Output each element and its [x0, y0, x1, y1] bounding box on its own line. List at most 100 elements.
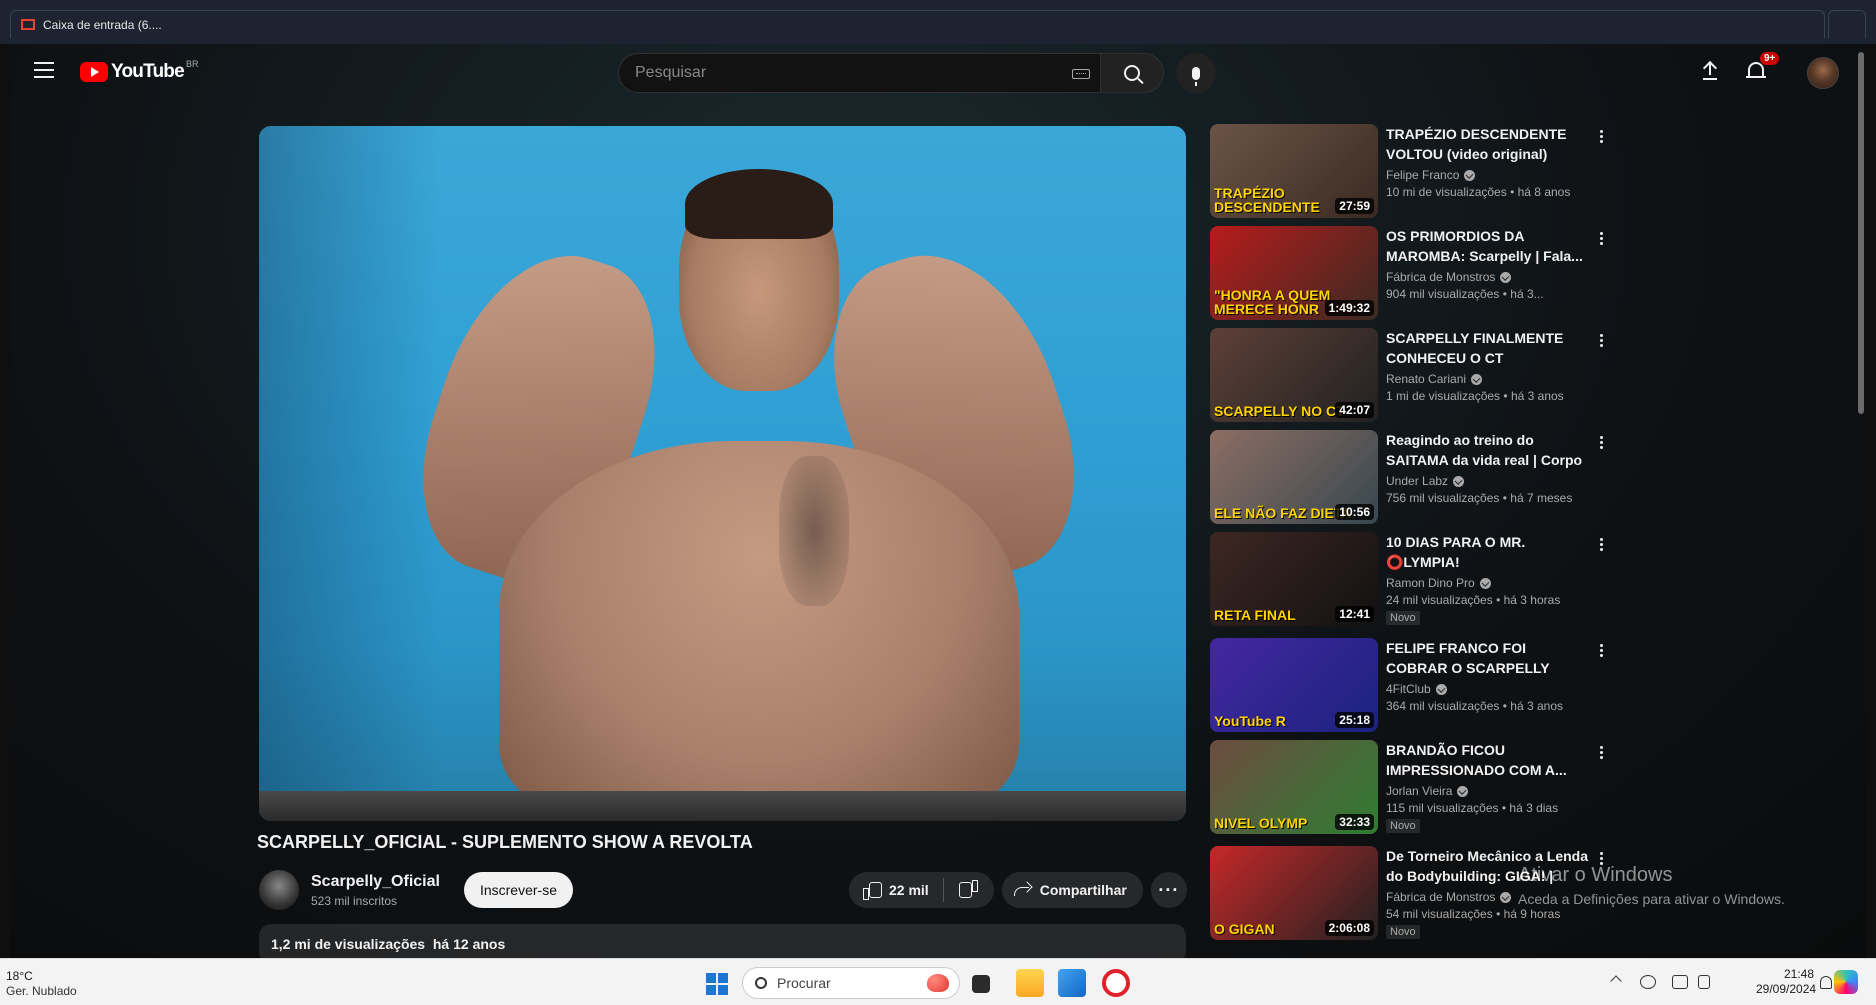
recommendation-views: 364 mil visualizações	[1386, 699, 1500, 713]
gmail-icon	[21, 19, 35, 30]
duration-badge: 1:49:32	[1324, 300, 1374, 316]
video-player[interactable]	[259, 126, 1186, 821]
recommendation-channel[interactable]: Under Labz	[1386, 474, 1590, 488]
more-options-icon[interactable]	[1595, 642, 1607, 662]
search-icon	[1124, 65, 1140, 81]
youtube-logo[interactable]: YouTube BR	[80, 59, 199, 83]
search-input[interactable]: Pesquisar	[618, 53, 1100, 93]
more-actions-button[interactable]: ···	[1150, 872, 1187, 908]
recommendation-title[interactable]: Reagindo ao treino do SAITAMA da vida re…	[1386, 430, 1590, 470]
account-avatar[interactable]	[1807, 57, 1839, 89]
task-view-icon[interactable]	[972, 975, 990, 993]
windows-activation-watermark: Ativar o Windows Aceda a Definições para…	[1518, 864, 1785, 907]
recommendation-views: 10 mi de visualizações	[1386, 185, 1507, 199]
recommendation-thumbnail[interactable]: YouTube R 25:18	[1210, 638, 1378, 732]
recommendation-channel[interactable]: Felipe Franco	[1386, 168, 1590, 182]
more-options-icon[interactable]	[1595, 332, 1607, 352]
recommendation-channel[interactable]: Renato Cariani	[1386, 372, 1590, 386]
new-tab-button[interactable]	[1828, 10, 1866, 38]
microsoft-store-icon[interactable]	[1058, 969, 1086, 997]
recommendation-thumbnail[interactable]: SCARPELLY NO CT 42:07	[1210, 328, 1378, 422]
file-explorer-icon[interactable]	[1016, 969, 1044, 997]
search-button[interactable]	[1100, 53, 1164, 93]
channel-owner: Scarpelly_Oficial 523 mil inscritos Insc…	[259, 870, 573, 910]
duration-badge: 42:07	[1335, 402, 1374, 418]
network-icon[interactable]	[1672, 975, 1688, 989]
notification-bell-icon[interactable]	[1820, 976, 1832, 989]
more-options-icon[interactable]	[1595, 744, 1607, 764]
verified-icon	[1457, 785, 1469, 797]
system-clock[interactable]: 21:48 29/09/2024	[1756, 967, 1816, 997]
keyboard-icon[interactable]	[1072, 69, 1090, 79]
recommendation-item[interactable]: NIVEL OLYMP 32:33 BRANDÃO FICOU IMPRESSI…	[1210, 740, 1610, 835]
recommendation-info: BRANDÃO FICOU IMPRESSIONADO COM A... Jor…	[1386, 740, 1590, 834]
more-options-icon[interactable]	[1595, 434, 1607, 454]
opera-browser-icon[interactable]	[1102, 969, 1130, 997]
recommendation-channel-name: Fábrica de Monstros	[1386, 270, 1496, 284]
recommendation-channel[interactable]: Jorlan Vieira	[1386, 784, 1590, 798]
weather-widget[interactable]: 18°C Ger. Nublado	[6, 969, 77, 999]
voice-search-button[interactable]	[1176, 53, 1216, 93]
recommendation-views: 24 mil visualizações	[1386, 593, 1493, 607]
recommendation-channel-name: Felipe Franco	[1386, 168, 1460, 182]
search-placeholder: Pesquisar	[635, 64, 707, 81]
recommendation-item[interactable]: RETA FINAL 12:41 10 DIAS PARA O MR. ⭕LYM…	[1210, 532, 1610, 627]
video-frame-person	[392, 169, 1105, 821]
recommendation-title[interactable]: TRAPÉZIO DESCENDENTE VOLTOU (video origi…	[1386, 124, 1590, 164]
more-options-icon[interactable]	[1595, 230, 1607, 250]
menu-icon[interactable]	[34, 62, 54, 80]
microphone-icon	[1192, 66, 1200, 86]
recommendation-title[interactable]: 10 DIAS PARA O MR. ⭕LYMPIA!	[1386, 532, 1590, 572]
recommendation-title[interactable]: SCARPELLY FINALMENTE CONHECEU O CT	[1386, 328, 1590, 368]
volume-icon[interactable]	[1698, 975, 1710, 989]
recommendation-channel[interactable]: Ramon Dino Pro	[1386, 576, 1590, 590]
clock-time: 21:48	[1783, 967, 1814, 981]
recommendation-channel-name: 4FitClub	[1386, 682, 1431, 696]
more-options-icon[interactable]	[1595, 128, 1607, 148]
tray-app-icon[interactable]	[1640, 975, 1656, 989]
recommendation-channel-name: Renato Cariani	[1386, 372, 1467, 386]
recommendation-item[interactable]: YouTube R 25:18 FELIPE FRANCO FOI COBRAR…	[1210, 638, 1610, 733]
taskbar-search-icon	[755, 977, 767, 989]
description-box[interactable]: 1,2 mi de visualizações há 12 anos	[259, 924, 1186, 958]
duration-badge: 25:18	[1335, 712, 1374, 728]
channel-name[interactable]: Scarpelly_Oficial	[311, 873, 440, 891]
recommendation-channel[interactable]: Fábrica de Monstros	[1386, 270, 1590, 284]
recommendation-item[interactable]: TRAPÉZIO DESCENDENTE 27:59 TRAPÉZIO DESC…	[1210, 124, 1610, 219]
recommendation-item[interactable]: ELE NÃO FAZ DIETA 10:56 Reagindo ao trei…	[1210, 430, 1610, 525]
channel-avatar[interactable]	[259, 870, 299, 910]
youtube-play-icon	[80, 62, 108, 82]
copilot-icon[interactable]	[1834, 970, 1858, 994]
new-badge: Novo	[1386, 611, 1420, 625]
recommendation-thumbnail[interactable]: NIVEL OLYMP 32:33	[1210, 740, 1378, 834]
recommendation-age: há 3...	[1510, 287, 1544, 301]
windows-start-icon[interactable]	[706, 973, 728, 995]
recommendation-thumbnail[interactable]: "HONRA A QUEM MERECE HONR 1:49:32	[1210, 226, 1378, 320]
recommendation-thumbnail[interactable]: ELE NÃO FAZ DIETA 10:56	[1210, 430, 1378, 524]
recommendation-age: há 3 anos	[1510, 699, 1563, 713]
upload-icon[interactable]	[1698, 60, 1722, 84]
recommendation-channel[interactable]: 4FitClub	[1386, 682, 1590, 696]
recommendation-title[interactable]: FELIPE FRANCO FOI COBRAR O SCARPELLY	[1386, 638, 1590, 678]
dislike-button[interactable]	[944, 882, 994, 898]
page-scrollbar[interactable]	[1858, 52, 1864, 414]
recommendation-title[interactable]: BRANDÃO FICOU IMPRESSIONADO COM A...	[1386, 740, 1590, 780]
recommendation-item[interactable]: "HONRA A QUEM MERECE HONR 1:49:32 OS PRI…	[1210, 226, 1610, 321]
recommendation-info: SCARPELLY FINALMENTE CONHECEU O CT Renat…	[1386, 328, 1590, 403]
duration-badge: 27:59	[1335, 198, 1374, 214]
recommendation-views: 1 mi de visualizações	[1386, 389, 1501, 403]
recommendation-meta: 24 mil visualizações • há 3 horas	[1386, 593, 1561, 607]
browser-tab[interactable]: Caixa de entrada (6....	[10, 10, 1825, 38]
like-button[interactable]: 22 mil	[849, 878, 944, 902]
more-options-icon[interactable]	[1595, 536, 1607, 556]
share-button[interactable]: Compartilhar	[1001, 872, 1143, 908]
show-hidden-icons-chevron[interactable]	[1610, 975, 1622, 987]
subscribe-button[interactable]: Inscrever-se	[463, 872, 573, 908]
recommendation-channel-name: Fábrica de Monstros	[1386, 890, 1496, 904]
recommendation-thumbnail[interactable]: O GIGAN 2:06:08	[1210, 846, 1378, 940]
taskbar-search[interactable]: Procurar	[742, 967, 960, 999]
recommendation-title[interactable]: OS PRIMORDIOS DA MAROMBA: Scarpelly | Fa…	[1386, 226, 1590, 266]
recommendation-thumbnail[interactable]: TRAPÉZIO DESCENDENTE 27:59	[1210, 124, 1378, 218]
recommendation-item[interactable]: SCARPELLY NO CT 42:07 SCARPELLY FINALMEN…	[1210, 328, 1610, 423]
recommendation-thumbnail[interactable]: RETA FINAL 12:41	[1210, 532, 1378, 626]
